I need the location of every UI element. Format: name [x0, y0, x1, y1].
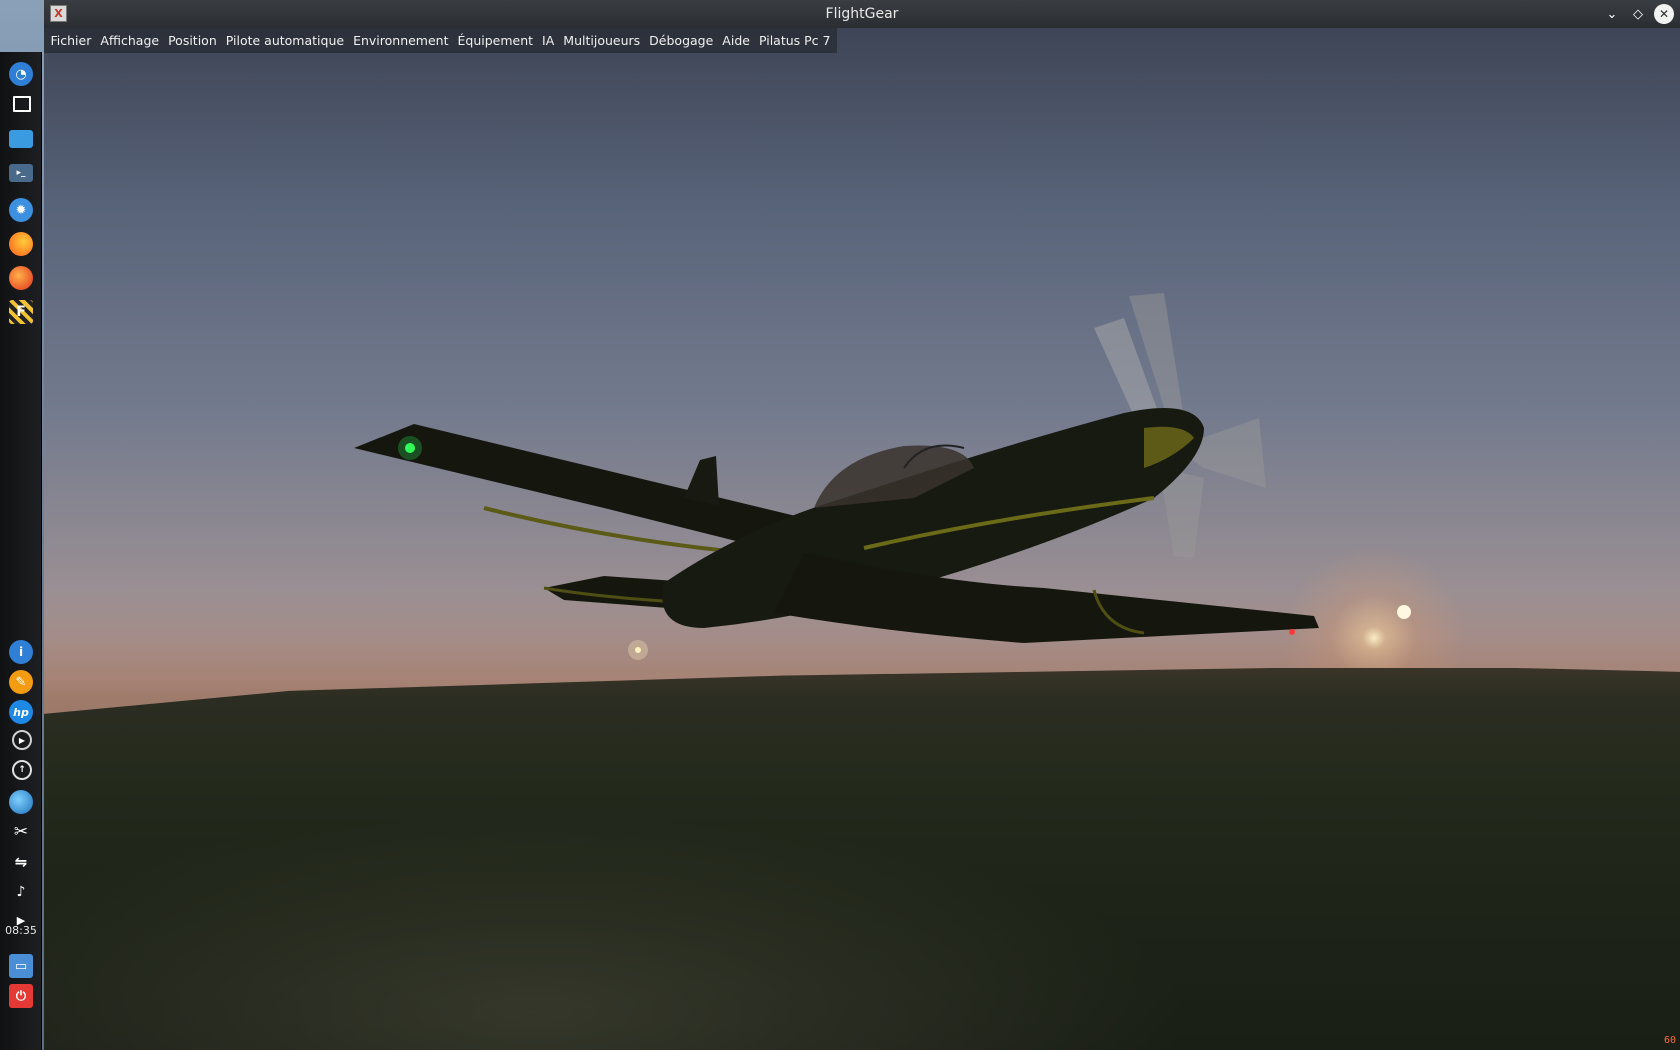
menu-pilote-automatique[interactable]: Pilote automatique — [221, 28, 348, 53]
menu-ia[interactable]: IA — [538, 28, 559, 53]
menu-debogage[interactable]: Débogage — [645, 28, 718, 53]
clock[interactable]: 08:35 — [0, 924, 42, 937]
right-wing — [774, 553, 1319, 643]
close-button[interactable]: ✕ — [1654, 4, 1674, 24]
info-icon[interactable]: i — [9, 640, 33, 664]
lock-screen-icon[interactable]: ▭ — [9, 954, 33, 978]
color-picker-icon[interactable]: ✎ — [9, 670, 33, 694]
volume-icon[interactable]: ♪ — [9, 880, 33, 904]
tail-fin — [684, 456, 719, 506]
firefox-alt-icon[interactable] — [9, 266, 33, 290]
3d-viewport[interactable]: 60 — [44, 28, 1680, 1050]
settings-icon[interactable]: ✹ — [9, 198, 33, 222]
network-globe-icon[interactable] — [9, 790, 33, 814]
menu-aide[interactable]: Aide — [718, 28, 755, 53]
menu-position[interactable]: Position — [164, 28, 222, 53]
maximize-button[interactable]: ◇ — [1628, 4, 1648, 24]
sun-core — [1397, 605, 1411, 619]
updates-icon[interactable]: ↑ — [12, 760, 32, 780]
menu-bar: Fichier Affichage Position Pilote automa… — [44, 28, 837, 53]
terminal-icon[interactable]: ▸_ — [9, 164, 33, 182]
media-player-icon[interactable]: ▶ — [12, 730, 32, 750]
app-icon[interactable]: X — [50, 5, 67, 22]
flightgear-icon[interactable]: F — [9, 300, 33, 324]
usb-icon[interactable]: ⇋ — [9, 850, 33, 874]
minimize-button[interactable]: ⌄ — [1602, 4, 1622, 24]
hp-icon[interactable]: hp — [9, 700, 33, 724]
menu-equipement[interactable]: Équipement — [453, 28, 538, 53]
taskbar: ◔ ▸_ ✹ F i ✎ hp ▶ ↑ ✂ ⇋ ♪ ▶ 08:35 ▭ ⏻ — [0, 52, 42, 1050]
power-icon[interactable]: ⏻ — [9, 984, 33, 1008]
window-titlebar[interactable]: X FlightGear ⌄ ◇ ✕ — [44, 0, 1680, 28]
menu-aircraft[interactable]: Pilatus Pc 7 — [754, 28, 835, 53]
scissors-icon[interactable]: ✂ — [9, 820, 33, 844]
left-wing — [354, 424, 804, 558]
menu-multijoueurs[interactable]: Multijoueurs — [559, 28, 645, 53]
aircraft-pilatus-pc7 — [354, 293, 1411, 660]
desktop-icon[interactable] — [13, 96, 31, 112]
menu-affichage[interactable]: Affichage — [96, 28, 164, 53]
flightgear-window: X FlightGear ⌄ ◇ ✕ 60 Fichier Affichage … — [44, 0, 1680, 1050]
file-manager-icon[interactable] — [9, 130, 33, 148]
fps-counter: 60 — [1663, 1035, 1676, 1046]
menu-environnement[interactable]: Environnement — [349, 28, 453, 53]
window-title: FlightGear — [825, 6, 899, 22]
kde-launcher-icon[interactable]: ◔ — [9, 62, 33, 86]
firefox-icon[interactable] — [9, 232, 33, 256]
menu-fichier[interactable]: Fichier — [46, 28, 96, 53]
red-nav-light — [1289, 629, 1295, 635]
